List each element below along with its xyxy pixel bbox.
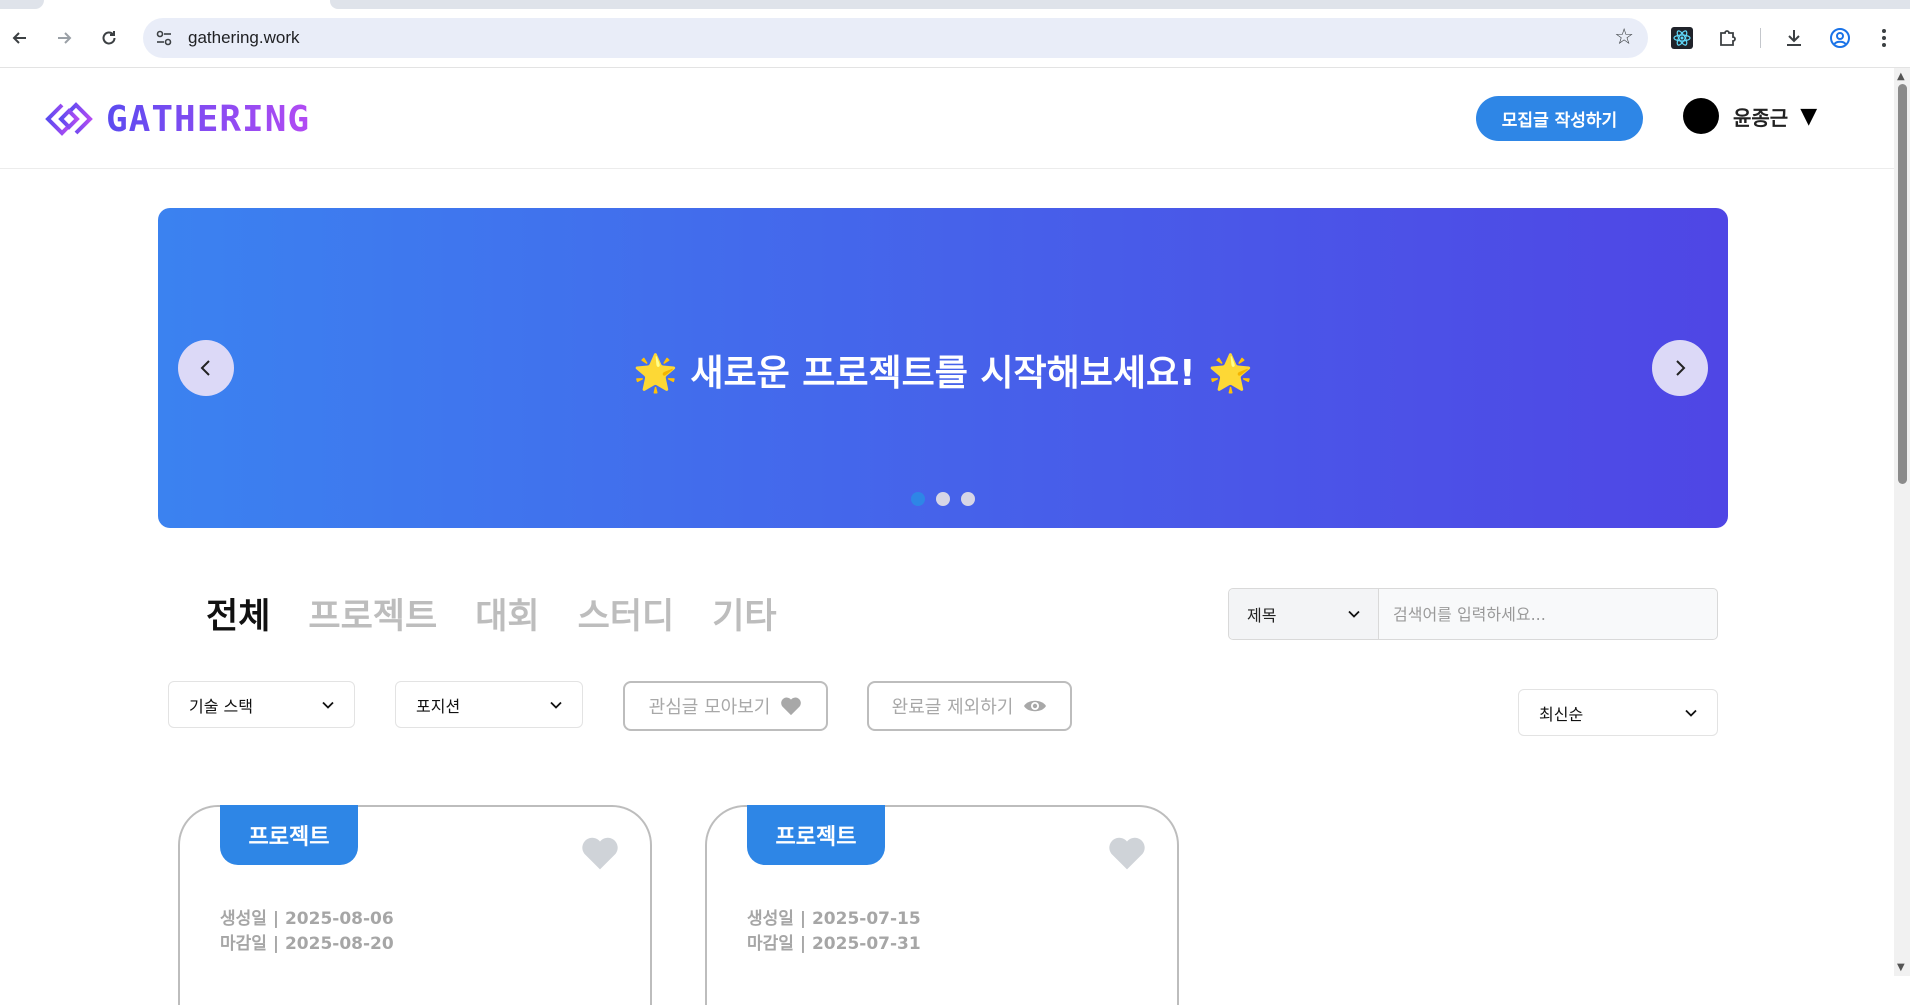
site-logo[interactable]: GATHERING xyxy=(44,98,310,140)
deadline-date: 마감일 | 2025-08-20 xyxy=(220,934,394,954)
post-card[interactable]: 프로젝트 생성일 | 2025-08-06 마감일 | 2025-08-20 xyxy=(178,805,652,1005)
write-post-button[interactable]: 모집글 작성하기 xyxy=(1476,96,1643,141)
chevron-down-icon xyxy=(550,701,562,709)
tab-edge xyxy=(0,0,44,9)
user-menu[interactable]: 윤종근 ▼ xyxy=(1683,98,1817,134)
tab-contest[interactable]: 대회 xyxy=(475,588,539,639)
tab-study[interactable]: 스터디 xyxy=(578,588,675,639)
tab-project[interactable]: 프로젝트 xyxy=(308,588,437,639)
scroll-thumb[interactable] xyxy=(1898,84,1907,484)
back-icon[interactable] xyxy=(6,24,34,52)
carousel-prev-button[interactable] xyxy=(178,340,234,396)
tech-stack-dropdown[interactable]: 기술 스택 xyxy=(168,681,355,728)
tab-band xyxy=(330,0,1910,9)
hide-completed-label: 완료글 제외하기 xyxy=(891,697,1014,718)
tab-all[interactable]: 전체 xyxy=(206,588,270,639)
extensions-puzzle-icon[interactable] xyxy=(1714,24,1742,52)
category-tabs: 전체 프로젝트 대회 스터디 기타 xyxy=(206,588,777,639)
tab-etc[interactable]: 기타 xyxy=(712,588,776,639)
site-settings-icon[interactable] xyxy=(153,27,175,49)
url-text: gathering.work xyxy=(188,28,300,47)
user-name: 윤종근 xyxy=(1733,105,1789,130)
like-heart-icon[interactable] xyxy=(580,835,620,875)
post-card[interactable]: 프로젝트 생성일 | 2025-07-15 마감일 | 2025-07-31 xyxy=(705,805,1179,1005)
logo-text: GATHERING xyxy=(106,98,311,140)
react-devtools-icon[interactable] xyxy=(1668,24,1696,52)
chevron-down-icon xyxy=(1685,709,1697,717)
card-dates: 생성일 | 2025-08-06 마감일 | 2025-08-20 xyxy=(220,907,394,957)
banner-text: 🌟 새로운 프로젝트를 시작해보세요! 🌟 xyxy=(633,353,1253,394)
bookmarks-toggle-label: 관심글 모아보기 xyxy=(648,697,771,718)
bookmarks-toggle-button[interactable]: 관심글 모아보기 xyxy=(623,681,828,731)
scroll-up-arrow-icon[interactable]: ▲ xyxy=(1897,71,1905,82)
deadline-date: 마감일 | 2025-07-31 xyxy=(747,934,921,954)
site-header: GATHERING 모집글 작성하기 윤종근 ▼ xyxy=(0,68,1894,169)
browser-toolbar: gathering.work ☆ xyxy=(0,0,1910,68)
avatar[interactable] xyxy=(1683,98,1719,134)
hide-completed-toggle-button[interactable]: 완료글 제외하기 xyxy=(867,681,1072,731)
sort-label: 최신순 xyxy=(1539,704,1584,724)
carousel-dot[interactable] xyxy=(911,492,925,506)
carousel-dot[interactable] xyxy=(961,492,975,506)
carousel-next-button[interactable] xyxy=(1652,340,1708,396)
search-bar: 제목 xyxy=(1228,588,1718,640)
hero-banner-carousel: 🌟 새로운 프로젝트를 시작해보세요! 🌟 xyxy=(158,208,1728,528)
search-field-select[interactable]: 제목 xyxy=(1229,589,1379,639)
page-scrollbar[interactable]: ▲ ▼ xyxy=(1894,68,1910,976)
chevron-down-icon xyxy=(322,701,334,709)
scroll-down-arrow-icon[interactable]: ▼ xyxy=(1897,962,1905,973)
eye-icon xyxy=(1024,700,1047,712)
heart-icon xyxy=(781,697,802,716)
address-bar[interactable]: gathering.work ☆ xyxy=(143,18,1648,58)
category-badge: 프로젝트 xyxy=(220,805,358,865)
position-dropdown[interactable]: 포지션 xyxy=(395,681,583,728)
sort-dropdown[interactable]: 최신순 xyxy=(1518,689,1718,736)
category-badge: 프로젝트 xyxy=(747,805,885,865)
chevron-left-icon xyxy=(200,360,210,376)
profile-icon[interactable] xyxy=(1826,24,1854,52)
position-label: 포지션 xyxy=(416,696,461,716)
like-heart-icon[interactable] xyxy=(1107,835,1147,875)
bookmark-star-icon[interactable]: ☆ xyxy=(1614,25,1634,50)
created-date: 생성일 | 2025-08-06 xyxy=(220,909,394,929)
menu-kebab-icon[interactable] xyxy=(1870,24,1898,52)
reload-icon[interactable] xyxy=(95,24,123,52)
search-input[interactable] xyxy=(1379,589,1717,639)
logo-mark-icon xyxy=(45,102,93,136)
card-dates: 생성일 | 2025-07-15 마감일 | 2025-07-31 xyxy=(747,907,921,957)
chevron-down-icon xyxy=(1348,610,1360,618)
search-field-label: 제목 xyxy=(1247,606,1277,625)
tab-strip xyxy=(0,0,1910,10)
forward-icon[interactable] xyxy=(50,24,78,52)
download-icon[interactable] xyxy=(1780,24,1808,52)
toolbar-divider xyxy=(1760,28,1761,48)
created-date: 생성일 | 2025-07-15 xyxy=(747,909,921,929)
carousel-dots xyxy=(158,492,1728,506)
carousel-dot[interactable] xyxy=(936,492,950,506)
tech-stack-label: 기술 스택 xyxy=(189,696,253,716)
caret-down-icon[interactable]: ▼ xyxy=(1800,104,1817,129)
chevron-right-icon xyxy=(1676,360,1686,376)
